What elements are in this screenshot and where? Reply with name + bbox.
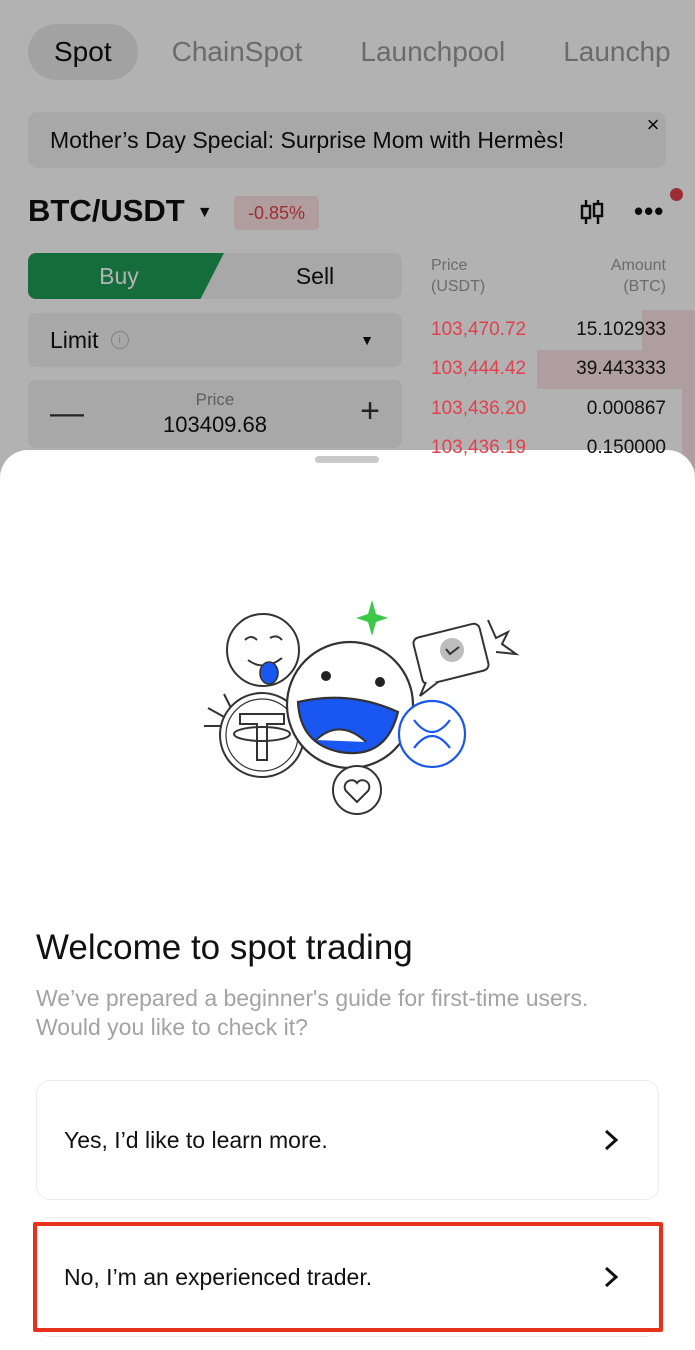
sparkle-icon [356,600,388,636]
chevron-right-icon [604,1129,619,1151]
welcome-bottom-sheet: Welcome to spot trading We’ve prepared a… [0,450,695,1350]
option-label: No, I’m an experienced trader. [64,1263,373,1290]
ask-amount: 0.000867 [586,397,666,419]
sheet-title: Welcome to spot trading [36,928,413,967]
ask-amount: 39.443333 [576,358,666,380]
ask-price: 103,436.20 [431,397,527,419]
welcome-illustration [204,600,520,815]
wink-emoji-icon [226,613,300,687]
chat-bubble-icon [412,619,520,697]
ask-price: 103,436.19 [431,437,527,459]
chevron-right-icon [604,1266,619,1288]
ask-amount: 0.150000 [586,437,666,459]
xrp-coin-icon [397,699,467,769]
learn-more-option[interactable]: Yes, I’d like to learn more. [36,1080,659,1200]
sheet-subtitle: We’ve prepared a beginner's guide for fi… [36,985,589,1040]
option-label: Yes, I’d like to learn more. [64,1126,328,1153]
big-smile-emoji-icon [285,640,415,770]
experienced-trader-option[interactable]: No, I’m an experienced trader. [36,1217,659,1337]
heart-coin-icon [332,765,382,815]
ask-price: 103,470.72 [431,318,527,340]
ask-price: 103,444.42 [431,358,527,380]
drag-handle[interactable] [315,456,379,463]
ask-amount: 15.102933 [576,318,666,340]
